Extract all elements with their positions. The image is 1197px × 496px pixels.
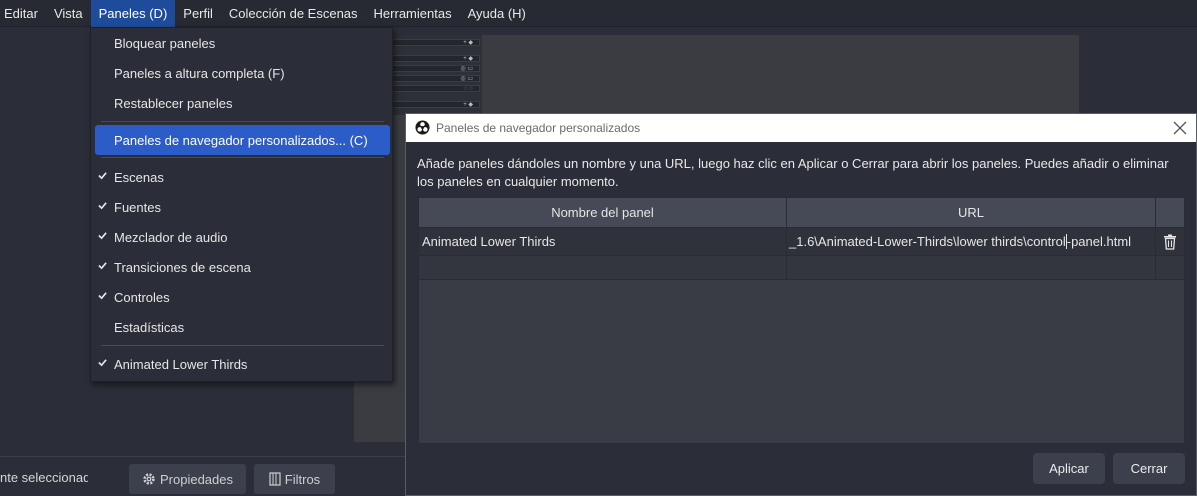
url-text-before-caret: _1.6\Animated-Lower-Thirds\lower thirds\… xyxy=(789,234,1066,249)
menu-item-bloquear-paneles[interactable]: Bloquear paneles xyxy=(95,28,390,58)
menu-item-label: Controles xyxy=(114,289,170,305)
menu-item-paneles-navegador-personalizados[interactable]: Paneles de navegador personalizados... (… xyxy=(95,125,390,155)
checkmark-icon xyxy=(98,262,107,270)
menu-perfil[interactable]: Perfil xyxy=(175,0,221,27)
menu-item-escenas[interactable]: Escenas xyxy=(95,162,390,192)
custom-browser-docks-dialog: Paneles de navegador personalizados Añad… xyxy=(405,113,1197,496)
mixer-row: ◌ ◌ xyxy=(392,85,480,92)
menu-item-label: Paneles a altura completa (F) xyxy=(114,65,285,81)
dialog-description: Añade paneles dándoles un nombre y una U… xyxy=(417,156,1169,189)
column-header-actions xyxy=(1156,198,1184,228)
menu-item-animated-lower-thirds[interactable]: Animated Lower Thirds xyxy=(95,349,390,379)
properties-label: Propiedades xyxy=(160,471,233,487)
mixer-row: + ◆ xyxy=(392,101,480,108)
empty-url-cell[interactable] xyxy=(787,256,1156,280)
selection-status: nte seleccionad xyxy=(0,470,88,485)
obs-logo-icon xyxy=(415,120,430,135)
menu-item-label: Escenas xyxy=(114,169,164,185)
menu-item-paneles-altura-completa[interactable]: Paneles a altura completa (F) xyxy=(95,58,390,88)
menu-item-transiciones-escena[interactable]: Transiciones de escena xyxy=(95,252,390,282)
apply-button[interactable]: Aplicar xyxy=(1033,453,1105,484)
properties-button[interactable]: Propiedades xyxy=(129,464,246,494)
docks-table: Nombre del panel URL Animated Lower Thir… xyxy=(418,197,1185,444)
empty-action-cell xyxy=(1156,256,1184,280)
dialog-title: Paneles de navegador personalizados xyxy=(436,121,641,135)
filters-button[interactable]: Filtros xyxy=(254,464,335,494)
mixer-row: ◎ ▭ xyxy=(392,75,480,82)
menu-item-fuentes[interactable]: Fuentes xyxy=(95,192,390,222)
dialog-titlebar: Paneles de navegador personalizados xyxy=(406,114,1196,142)
menu-separator xyxy=(101,345,384,346)
audio-mixer-thumbnail: + ◆ + ◆ ◎ ▭ ◎ ▭ ◌ ◌ + ◆ xyxy=(392,35,482,115)
close-icon[interactable] xyxy=(1172,120,1188,136)
panel-url-input[interactable]: _1.6\Animated-Lower-Thirds\lower thirds\… xyxy=(787,228,1156,256)
menu-ayuda[interactable]: Ayuda (H) xyxy=(460,0,534,27)
mixer-row: ◎ ▭ xyxy=(392,65,480,72)
filter-icon xyxy=(269,472,281,486)
menu-paneles[interactable]: Paneles (D) xyxy=(90,0,176,27)
mixer-row: + ◆ xyxy=(392,39,480,46)
menu-editar[interactable]: Editar xyxy=(0,0,46,27)
menu-item-label: Animated Lower Thirds xyxy=(114,356,248,372)
checkmark-icon xyxy=(98,359,107,367)
url-text-after-caret: -panel.html xyxy=(1066,234,1132,249)
menu-item-label: Restablecer paneles xyxy=(114,95,233,111)
menu-bar: Editar Vista Paneles (D) Perfil Colecció… xyxy=(0,0,1197,27)
menu-item-estadisticas[interactable]: Estadísticas xyxy=(95,312,390,342)
gear-icon xyxy=(143,473,155,485)
paneles-dropdown-menu: Bloquear paneles Paneles a altura comple… xyxy=(90,27,393,382)
trash-icon xyxy=(1164,234,1176,250)
checkmark-icon xyxy=(98,202,107,210)
close-button[interactable]: Cerrar xyxy=(1113,453,1185,484)
empty-name-cell[interactable] xyxy=(419,256,787,280)
panel-name-cell[interactable]: Animated Lower Thirds xyxy=(419,228,787,256)
column-header-url[interactable]: URL xyxy=(787,198,1156,228)
menu-item-label: Mezclador de audio xyxy=(114,229,228,245)
mixer-row: + ◆ xyxy=(392,55,480,62)
menu-item-label: Estadísticas xyxy=(114,319,185,335)
menu-separator xyxy=(101,157,384,158)
delete-panel-button[interactable] xyxy=(1156,228,1184,256)
menu-separator xyxy=(101,121,384,122)
menu-item-mezclador-audio[interactable]: Mezclador de audio xyxy=(95,222,390,252)
menu-item-restablecer-paneles[interactable]: Restablecer paneles xyxy=(95,88,390,118)
menu-vista[interactable]: Vista xyxy=(46,0,91,27)
menu-item-label: Paneles de navegador personalizados... (… xyxy=(114,132,368,148)
menu-item-label: Bloquear paneles xyxy=(114,35,216,51)
column-header-name[interactable]: Nombre del panel xyxy=(419,198,787,228)
menu-item-controles[interactable]: Controles xyxy=(95,282,390,312)
menu-coleccion-escenas[interactable]: Colección de Escenas xyxy=(221,0,366,27)
menu-item-label: Transiciones de escena xyxy=(114,259,251,275)
menu-item-label: Fuentes xyxy=(114,199,161,215)
checkmark-icon xyxy=(98,172,107,180)
checkmark-icon xyxy=(98,232,107,240)
checkmark-icon xyxy=(98,292,107,300)
filters-label: Filtros xyxy=(284,471,321,487)
menu-herramientas[interactable]: Herramientas xyxy=(366,0,460,27)
